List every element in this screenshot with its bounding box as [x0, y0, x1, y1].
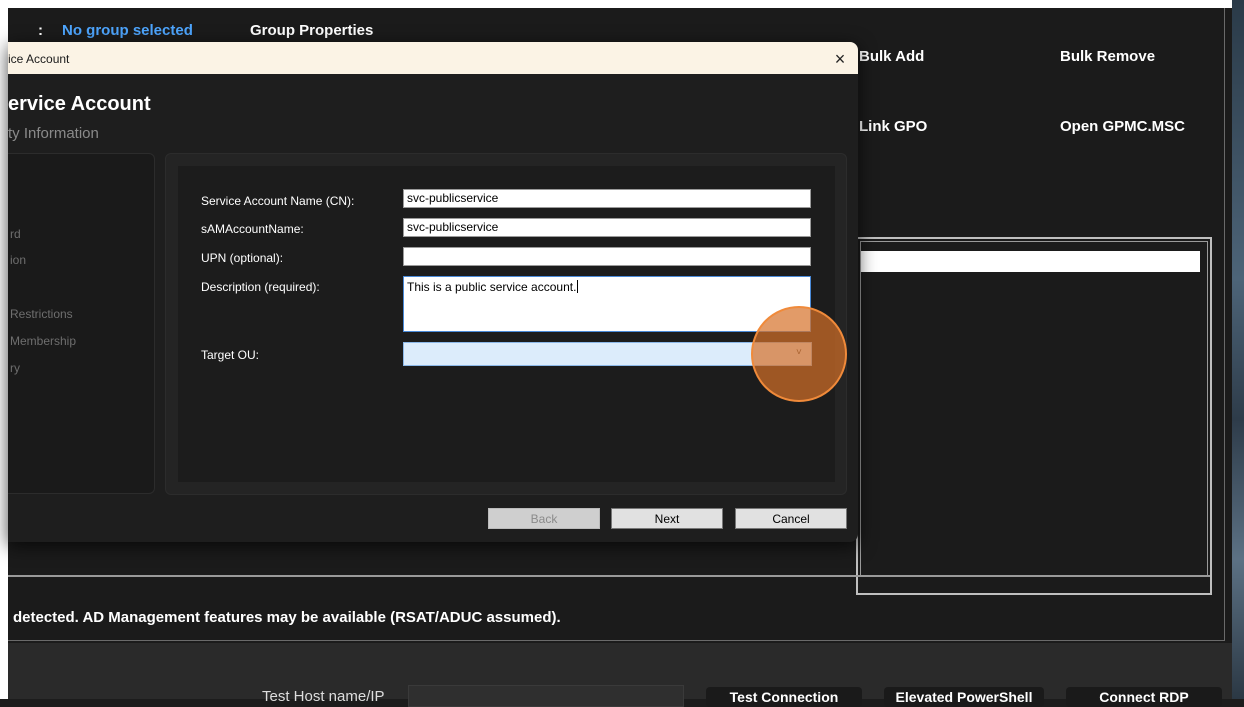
- sam-label: sAMAccountName:: [201, 222, 304, 236]
- next-button[interactable]: Next: [611, 508, 723, 529]
- sam-field[interactable]: svc-publicservice: [403, 218, 811, 237]
- dialog-heading: ervice Account: [8, 93, 151, 115]
- members-list-header: [861, 251, 1200, 272]
- wizard-step: ry: [10, 361, 20, 375]
- sam-value: svc-publicservice: [407, 220, 499, 234]
- wizard-step: ion: [10, 253, 27, 267]
- list-bottom-border: [8, 575, 1210, 577]
- dialog-subheading: ty Information: [8, 125, 99, 142]
- wizard-steps-panel: [8, 153, 155, 494]
- elevated-powershell-button[interactable]: Elevated PowerShell: [884, 687, 1044, 707]
- test-host-input[interactable]: [408, 685, 684, 707]
- wizard-step: Membership: [10, 334, 77, 348]
- group-properties-link[interactable]: Group Properties: [250, 22, 373, 39]
- target-ou-label: Target OU:: [201, 348, 260, 362]
- app-border-right: [1224, 8, 1225, 641]
- upn-field[interactable]: [403, 247, 811, 266]
- description-label: Description (required):: [201, 280, 320, 294]
- status-divider: [8, 640, 1224, 641]
- click-highlight-indicator: [751, 306, 847, 402]
- dialog-title-bar[interactable]: [8, 42, 858, 74]
- no-group-selected-label: No group selected: [62, 22, 193, 39]
- status-message: detected. AD Management features may be …: [13, 609, 561, 626]
- test-connection-button[interactable]: Test Connection: [706, 687, 862, 707]
- cn-label: Service Account Name (CN):: [201, 194, 355, 208]
- members-list[interactable]: [860, 241, 1208, 577]
- bulk-remove-button[interactable]: Bulk Remove: [1060, 48, 1155, 65]
- connect-rdp-button[interactable]: Connect RDP: [1066, 687, 1222, 707]
- close-icon[interactable]: ×: [830, 48, 850, 70]
- cancel-button[interactable]: Cancel: [735, 508, 847, 529]
- bulk-add-button[interactable]: Bulk Add: [859, 48, 924, 65]
- text-caret: [577, 280, 579, 293]
- cn-value: svc-publicservice: [407, 191, 499, 205]
- open-gpmc-button[interactable]: Open GPMC.MSC: [1060, 118, 1185, 135]
- description-field[interactable]: This is a public service account.: [403, 276, 811, 332]
- test-host-label: Test Host name/IP: [262, 688, 385, 705]
- desktop-wallpaper-edge: [1232, 0, 1244, 699]
- wizard-step: rd: [10, 227, 21, 241]
- dialog-title: ice Account: [8, 52, 70, 66]
- link-gpo-button[interactable]: Link GPO: [859, 118, 927, 135]
- desktop-strip-top: [0, 0, 1244, 8]
- back-button[interactable]: Back: [488, 508, 600, 529]
- description-value: This is a public service account.: [407, 280, 577, 294]
- header-colon: :: [38, 22, 43, 39]
- cn-field[interactable]: svc-publicservice: [403, 189, 811, 208]
- upn-label: UPN (optional):: [201, 251, 284, 265]
- wizard-step: Restrictions: [10, 307, 73, 321]
- desktop-strip-left: [0, 0, 8, 699]
